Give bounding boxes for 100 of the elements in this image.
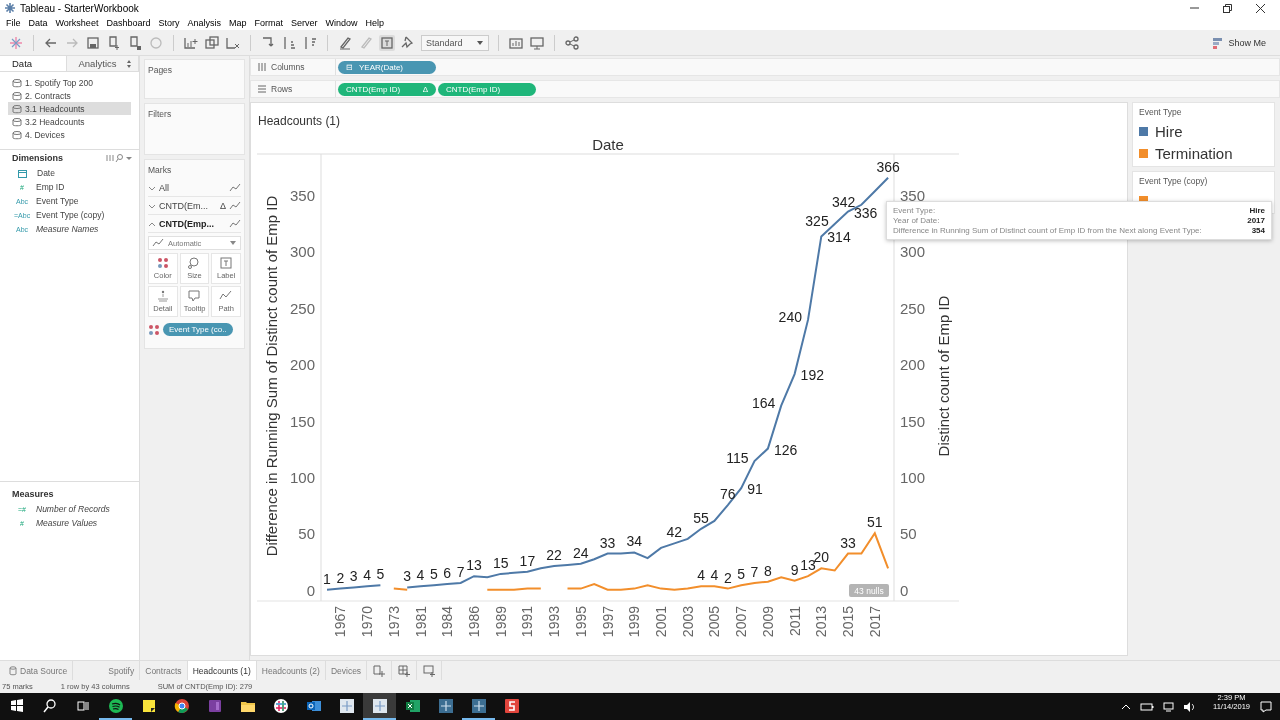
size-icon [187, 257, 202, 269]
database-icon [12, 129, 22, 140]
app-logo-icon [4, 2, 16, 14]
data-label: 336 [854, 204, 878, 221]
data-label: 8 [764, 562, 772, 579]
tableau-app-icon[interactable] [338, 697, 355, 714]
chat-app-icon[interactable] [272, 697, 289, 714]
path-icon [219, 290, 234, 302]
menu-item[interactable]: Window [321, 18, 362, 28]
menu-item[interactable]: File [2, 18, 25, 28]
duplicate-icon[interactable] [204, 34, 220, 51]
axis-tick-label: 2003 [679, 606, 696, 638]
database-icon [12, 90, 22, 101]
color-icon [155, 257, 170, 269]
sheet-tab[interactable]: Contracts [140, 661, 188, 680]
data-label: 4 [363, 567, 371, 584]
database-icon [12, 103, 22, 114]
tableau-app-icon[interactable] [371, 697, 388, 714]
data-label: 7 [750, 563, 759, 580]
data-label: 13 [800, 557, 816, 574]
sort-icon [126, 58, 132, 69]
field-item[interactable]: Date [0, 166, 139, 180]
pane-tab[interactable]: Analytics [66, 56, 139, 71]
view-toggle-icon[interactable] [106, 153, 115, 163]
tooltip-value: 354 [1250, 226, 1265, 235]
marks-layer[interactable]: CNTD(Emp... [148, 215, 241, 233]
menu-item[interactable]: Format [250, 18, 287, 28]
axis-tick-label: 50 [298, 525, 315, 543]
menu-item[interactable]: Server [287, 18, 322, 28]
notebook-app-icon[interactable] [206, 697, 223, 714]
sheet-tab[interactable]: Devices [325, 661, 368, 680]
browser-icon[interactable] [173, 697, 190, 714]
axis-tick-label: 200 [900, 356, 926, 374]
fit-dropdown[interactable]: Standard [421, 34, 489, 51]
data-source-item[interactable]: 2. Contracts [8, 89, 131, 102]
menu-item[interactable]: Analysis [183, 18, 225, 28]
card-title: Pages [148, 65, 174, 75]
card-title: Filters [148, 109, 173, 119]
axis-tick-label: 250 [289, 299, 315, 317]
new-dashboard-icon[interactable] [397, 663, 412, 678]
menu-item[interactable]: Worksheet [51, 18, 103, 28]
data-label: 15 [492, 554, 509, 571]
data-source-item[interactable]: 3.1 Headcounts [8, 102, 131, 115]
axis-tick-label: 2015 [840, 606, 857, 638]
menu-item[interactable]: Map [224, 18, 251, 28]
line-icon [229, 182, 241, 193]
axis-tick-label: 2017 [866, 606, 883, 638]
show-labels-icon[interactable] [379, 34, 395, 51]
new-worksheet-icon[interactable] [372, 663, 387, 678]
task-view-icon[interactable] [75, 698, 90, 713]
axis-tick-label: 2013 [813, 606, 830, 638]
menu-item[interactable]: Dashboard [102, 18, 155, 28]
sheet-tab[interactable]: Spotify [103, 661, 141, 680]
battery-icon[interactable] [1140, 700, 1154, 713]
data-label: 33 [599, 534, 616, 551]
start-icon[interactable] [9, 698, 24, 713]
data-source-tab[interactable]: Data Source [4, 661, 74, 680]
share-icon[interactable] [564, 34, 580, 51]
data-source-item[interactable]: 1. Spotify Top 200 [8, 76, 131, 89]
axis-tick-label: 1993 [546, 606, 563, 638]
axis-tick-label: 1973 [385, 606, 402, 638]
data-source-item[interactable]: 4. Devices [8, 128, 131, 141]
notification-icon[interactable] [1260, 700, 1272, 713]
menu-item[interactable]: Story [154, 18, 184, 28]
show-me-button[interactable]: Show Me [1212, 35, 1266, 50]
sort-descending-icon[interactable] [302, 34, 318, 51]
restore-icon[interactable] [1222, 2, 1233, 14]
save-icon[interactable] [85, 34, 101, 51]
search-icon[interactable] [42, 698, 57, 713]
new-data-source-icon[interactable] [106, 34, 122, 51]
marks-layer[interactable]: CNTD(Em... Δ [148, 197, 241, 215]
close-icon[interactable] [1255, 2, 1266, 14]
data-source-item[interactable]: 3.2 Headcounts [8, 115, 131, 128]
music-app-icon[interactable] [107, 697, 124, 714]
spreadsheet-app-icon[interactable] [404, 697, 421, 714]
menu-item[interactable]: Help [361, 18, 389, 28]
card-title: Marks [148, 165, 173, 175]
data-label: 5 [430, 566, 438, 583]
axis-title: Distinct count of Emp ID [935, 295, 952, 457]
sheet-tab[interactable]: Headcounts (1) [187, 661, 257, 680]
line-icon [152, 238, 164, 248]
new-story-icon[interactable] [422, 663, 437, 678]
legend-label: Termination [1155, 144, 1233, 162]
data-label: 126 [773, 441, 798, 458]
axis-tick-label: 350 [289, 186, 315, 204]
sort-ascending-icon[interactable] [281, 34, 297, 51]
volume-icon[interactable] [1183, 700, 1195, 713]
presentation-icon[interactable] [529, 34, 545, 51]
network-icon[interactable] [1162, 700, 1175, 713]
tableau-app-icon[interactable] [470, 697, 487, 714]
slides-app-icon[interactable] [503, 697, 520, 714]
notes-app-icon[interactable] [140, 697, 157, 714]
menu-item[interactable]: Data [24, 18, 52, 28]
sheet-tab[interactable]: Headcounts (2) [256, 661, 326, 680]
marks-layer[interactable]: All [148, 179, 241, 197]
axis-title: Difference in Running Sum of Distinct count of Emp ID [263, 195, 280, 557]
axis-tick-label: 350 [900, 186, 926, 204]
tableau-app-icon[interactable] [437, 697, 454, 714]
caret-icon[interactable] [125, 154, 133, 162]
data-label: 33 [840, 534, 856, 551]
